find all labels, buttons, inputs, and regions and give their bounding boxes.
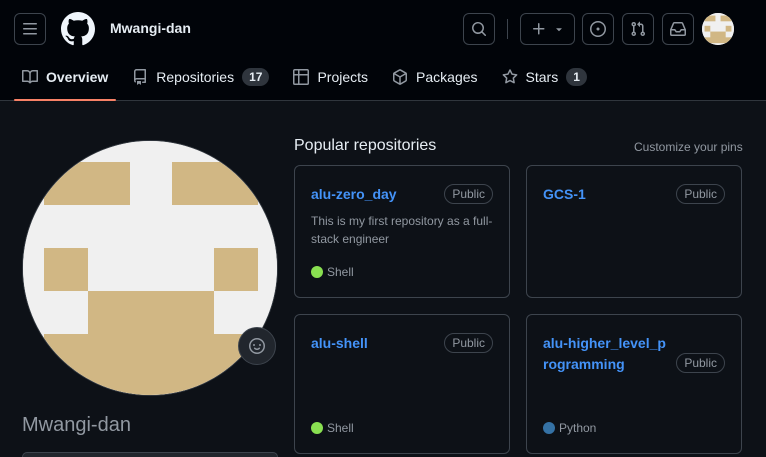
visibility-badge: Public <box>444 333 493 353</box>
inbox-button[interactable] <box>662 13 694 45</box>
plus-icon <box>532 23 544 35</box>
smiley-icon <box>249 338 265 354</box>
package-icon <box>393 69 408 85</box>
repo-language: Shell <box>311 421 354 435</box>
repo-name-link[interactable]: GCS-1 <box>543 186 586 202</box>
tab-packages[interactable]: Packages <box>384 60 485 94</box>
repositories-count-badge: 17 <box>242 68 270 86</box>
hamburger-icon <box>23 23 37 35</box>
menu-button[interactable] <box>14 13 46 45</box>
issue-opened-icon <box>590 21 606 37</box>
table-icon <box>293 69 310 85</box>
set-status-button[interactable] <box>238 327 276 365</box>
pinned-repo-card: alu-higher_level_programming Public Pyth… <box>526 314 742 454</box>
tab-stars-label: Stars <box>525 69 559 85</box>
tab-packages-label: Packages <box>416 69 478 85</box>
tab-overview[interactable]: Overview <box>14 60 117 101</box>
triangle-down-icon <box>555 28 562 32</box>
tab-stars[interactable]: Stars 1 <box>494 60 595 94</box>
tab-repositories-label: Repositories <box>156 69 235 85</box>
tab-repositories[interactable]: Repositories 17 <box>124 60 277 94</box>
header-username[interactable]: Mwangi-dan <box>110 20 191 36</box>
identicon-avatar-icon <box>23 141 277 395</box>
visibility-badge: Public <box>676 184 725 204</box>
app-header: Mwangi-dan Overview Repositories 17 Proj… <box>0 0 766 101</box>
popular-repositories-heading: Popular repositories <box>294 137 437 154</box>
profile-avatar[interactable] <box>22 140 278 396</box>
language-color-dot <box>311 266 323 278</box>
repo-name-link[interactable]: alu-shell <box>311 335 368 351</box>
repo-language-label: Python <box>559 421 597 435</box>
language-color-dot <box>543 422 555 434</box>
visibility-badge: Public <box>676 353 725 373</box>
customize-pins-link[interactable]: Customize your pins <box>634 140 743 154</box>
inbox-icon <box>670 22 686 36</box>
pinned-repo-card: alu-zero_day Public This is my first rep… <box>294 165 510 298</box>
repo-language-label: Shell <box>327 265 354 279</box>
search-button[interactable] <box>463 13 495 45</box>
pinned-repo-card: GCS-1 Public <box>526 165 742 298</box>
repo-name-link[interactable]: alu-zero_day <box>311 186 397 202</box>
repo-description: This is my first repository as a full-st… <box>311 214 493 246</box>
tab-projects[interactable]: Projects <box>285 60 376 94</box>
create-new-button[interactable] <box>520 13 575 45</box>
stars-count-badge: 1 <box>566 68 587 86</box>
issues-button[interactable] <box>582 13 614 45</box>
repo-language-label: Shell <box>327 421 354 435</box>
git-pull-request-icon <box>631 21 646 37</box>
language-color-dot <box>311 422 323 434</box>
repo-icon <box>134 69 147 85</box>
visibility-badge: Public <box>444 184 493 204</box>
tab-overview-label: Overview <box>46 69 109 85</box>
edit-profile-button[interactable] <box>22 452 278 457</box>
profile-tabs: Overview Repositories 17 Projects Packag… <box>14 60 603 101</box>
book-icon <box>22 69 38 84</box>
tab-projects-label: Projects <box>317 69 369 85</box>
repo-name-link[interactable]: alu-higher_level_programming <box>543 333 671 375</box>
repo-language: Python <box>543 421 596 435</box>
search-icon <box>472 22 486 36</box>
repo-language: Shell <box>311 265 354 279</box>
profile-login-name: Mwangi-dan <box>22 414 131 436</box>
star-icon <box>502 69 517 84</box>
header-divider <box>507 19 508 39</box>
pull-requests-button[interactable] <box>622 13 654 45</box>
github-logo-icon[interactable] <box>61 12 95 46</box>
user-avatar-menu[interactable] <box>702 13 734 45</box>
identicon-avatar-icon <box>702 13 734 45</box>
pinned-repo-card: alu-shell Public Shell <box>294 314 510 454</box>
